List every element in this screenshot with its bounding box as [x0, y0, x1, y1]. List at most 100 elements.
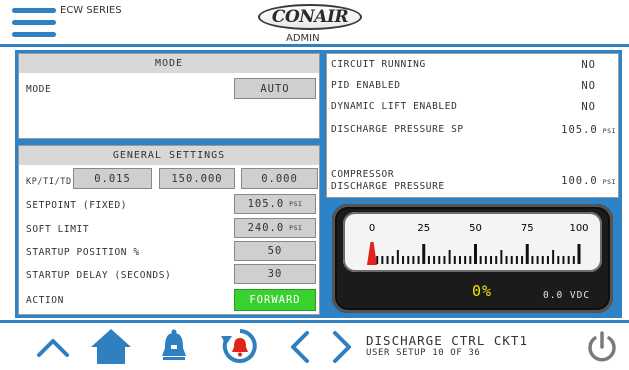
mode-label: MODE — [26, 84, 52, 95]
conair-logo: CONAIR — [258, 4, 362, 30]
discharge-sp-value: 105.0 — [561, 124, 598, 136]
compressor-label-line1: COMPRESSOR — [331, 169, 395, 180]
soft-limit-field[interactable]: 240.0 PSI — [234, 218, 316, 238]
gauge-tick — [386, 256, 389, 264]
gauge-tick — [469, 256, 472, 264]
gauge-tick — [433, 256, 436, 264]
kp-field[interactable]: 0.015 — [73, 168, 152, 189]
soft-limit-value: 240.0 — [247, 222, 285, 234]
startup-position-field[interactable]: 50 — [234, 241, 316, 261]
startup-position-label: STARTUP POSITION % — [26, 247, 140, 258]
gauge-tick — [567, 256, 570, 264]
gauge-tick — [536, 256, 539, 264]
screen-subtitle: USER SETUP 10 OF 36 — [366, 348, 481, 358]
gauge-tick — [500, 250, 503, 264]
gauge-scale-label: 50 — [469, 223, 482, 234]
gauge-tick — [521, 256, 524, 264]
gauge-tick — [464, 256, 467, 264]
gauge-tick — [422, 244, 426, 264]
status-value-circuit-running: NO — [581, 59, 596, 71]
gauge-tick — [458, 256, 461, 264]
gauge-tick — [417, 256, 420, 264]
chevron-right-icon[interactable] — [331, 330, 353, 364]
gauge-tick — [484, 256, 487, 264]
compressor-value: 100.0 — [561, 175, 598, 187]
gauge-tick — [474, 244, 477, 264]
setpoint-field[interactable]: 105.0 PSI — [234, 194, 316, 214]
discharge-sp-unit: PSI — [602, 127, 616, 135]
startup-delay-label: STARTUP DELAY (SECONDS) — [26, 270, 172, 281]
setpoint-label: SETPOINT (FIXED) — [26, 200, 128, 211]
status-value-pid-enabled: NO — [581, 80, 596, 92]
general-settings-title: GENERAL SETTINGS — [19, 146, 319, 165]
status-label-discharge-sp: DISCHARGE PRESSURE SP — [331, 124, 464, 135]
home-icon[interactable] — [90, 327, 132, 365]
gauge-needle — [367, 242, 377, 265]
startup-delay-field[interactable]: 30 — [234, 264, 316, 284]
series-label: ECW SERIES — [60, 5, 122, 16]
gauge-scale-label: 0 — [369, 223, 375, 234]
hamburger-menu-icon[interactable] — [0, 0, 60, 44]
gauge-scale-label: 100 — [569, 223, 588, 234]
power-icon[interactable] — [585, 330, 619, 364]
gauge-tick — [510, 256, 513, 264]
compressor-label-line2: DISCHARGE PRESSURE — [331, 181, 445, 192]
gauge-face: 0 25 50 75 100 — [343, 212, 602, 272]
chevron-up-icon[interactable] — [36, 333, 70, 361]
ti-field[interactable]: 150.000 — [159, 168, 235, 189]
bell-icon[interactable] — [160, 328, 188, 364]
status-label-circuit-running: CIRCUIT RUNNING — [331, 59, 426, 70]
compressor-unit: PSI — [602, 178, 616, 186]
status-label-pid-enabled: PID ENABLED — [331, 80, 401, 91]
gauge-tick — [515, 256, 518, 264]
gauge-scale: 0 25 50 75 100 — [367, 223, 589, 265]
soft-limit-label: SOFT LIMIT — [26, 224, 90, 235]
gauge-tick — [412, 256, 415, 264]
gauge-tick — [552, 250, 555, 264]
gauge-tick — [438, 256, 441, 264]
gauge-tick — [427, 256, 430, 264]
td-field[interactable]: 0.000 — [241, 168, 318, 189]
valve-percent-value: 0% — [472, 282, 493, 300]
gauge-tick — [557, 256, 560, 264]
mode-value-field[interactable]: AUTO — [234, 78, 316, 99]
gauge-tick — [505, 256, 508, 264]
gauge-tick — [490, 256, 493, 264]
chevron-left-icon[interactable] — [289, 330, 311, 364]
gauge-tick — [562, 256, 565, 264]
compressor-pressure-value: 100.0 PSI — [540, 175, 616, 187]
gauge-scale-label: 75 — [521, 223, 534, 234]
gauge-tick — [448, 250, 451, 264]
gauge-tick — [407, 256, 410, 264]
gauge-tick — [402, 256, 405, 264]
gauge-tick — [531, 256, 534, 264]
header-divider — [0, 44, 629, 47]
status-label-dynamic-lift: DYNAMIC LIFT ENABLED — [331, 101, 458, 112]
user-level-label: ADMIN — [286, 33, 320, 44]
gauge-tick — [381, 256, 384, 264]
screen-title: DISCHARGE CTRL CKT1 — [366, 333, 528, 348]
logo-text: CONAIR — [271, 7, 349, 27]
action-label: ACTION — [26, 295, 64, 306]
gauge-tick — [479, 256, 482, 264]
action-toggle-button[interactable]: FORWARD — [234, 289, 316, 311]
valve-voltage-value: 0.0 VDC — [543, 290, 591, 301]
pid-label: KP/TI/TD — [26, 177, 72, 187]
status-value-discharge-sp: 105.0 PSI — [540, 124, 616, 136]
gauge-tick — [577, 244, 581, 264]
gauge-tick — [495, 256, 498, 264]
gauge-tick — [572, 256, 575, 264]
setpoint-value: 105.0 — [247, 198, 285, 210]
gauge-scale-label: 25 — [417, 223, 430, 234]
gauge-tick — [541, 256, 544, 264]
gauge-tick — [453, 256, 456, 264]
gauge-tick — [391, 256, 394, 264]
alarm-history-icon[interactable] — [221, 327, 259, 365]
gauge-tick — [396, 250, 399, 264]
status-value-dynamic-lift: NO — [581, 101, 596, 113]
gauge-tick — [443, 256, 446, 264]
setpoint-unit: PSI — [289, 200, 303, 208]
mode-panel-title: MODE — [19, 54, 319, 73]
soft-limit-unit: PSI — [289, 224, 303, 232]
gauge-tick — [525, 244, 529, 264]
